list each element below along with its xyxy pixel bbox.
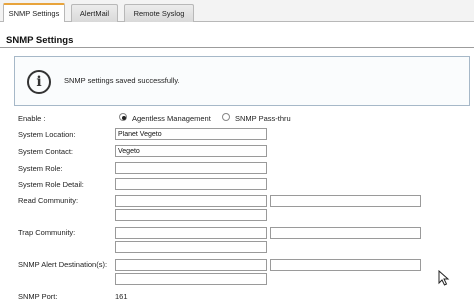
enable-label: Enable : bbox=[18, 114, 46, 123]
info-icon: i bbox=[27, 70, 51, 94]
trap-community-field-1[interactable] bbox=[115, 227, 267, 239]
mouse-cursor-icon bbox=[438, 270, 450, 286]
divider bbox=[0, 47, 474, 48]
tab-remote-syslog[interactable]: Remote Syslog bbox=[124, 4, 194, 22]
system-role-field[interactable] bbox=[115, 162, 267, 174]
system-contact-label: System Contact: bbox=[18, 147, 74, 156]
snmp-port-label: SNMP Port: bbox=[18, 292, 58, 301]
radio-snmp-pass-thru[interactable] bbox=[222, 113, 230, 121]
read-community-label: Read Community: bbox=[18, 196, 79, 205]
read-community-field-2[interactable] bbox=[270, 195, 421, 207]
trap-community-label: Trap Community: bbox=[18, 228, 76, 237]
tab-snmp-settings[interactable]: SNMP Settings bbox=[3, 3, 65, 22]
status-message-text: SNMP settings saved successfully. bbox=[64, 76, 180, 85]
system-location-field[interactable] bbox=[115, 128, 267, 140]
radio-snmp-pass-thru-label: SNMP Pass-thru bbox=[235, 114, 291, 123]
radio-agentless-management-label: Agentless Management bbox=[132, 114, 211, 123]
trap-community-field-3[interactable] bbox=[115, 241, 267, 253]
trap-community-field-2[interactable] bbox=[270, 227, 421, 239]
read-community-field-1[interactable] bbox=[115, 195, 267, 207]
tab-alertmail[interactable]: AlertMail bbox=[71, 4, 118, 22]
status-message-box: i SNMP settings saved successfully. bbox=[14, 56, 470, 106]
snmp-alert-destinations-label: SNMP Alert Destination(s): bbox=[18, 260, 108, 269]
system-role-label: System Role: bbox=[18, 164, 63, 173]
snmp-alert-destination-field-2[interactable] bbox=[270, 259, 421, 271]
snmp-alert-destination-field-3[interactable] bbox=[115, 273, 267, 285]
snmp-alert-destination-field-1[interactable] bbox=[115, 259, 267, 271]
system-location-label: System Location: bbox=[18, 130, 76, 139]
read-community-field-3[interactable] bbox=[115, 209, 267, 221]
system-contact-field[interactable] bbox=[115, 145, 267, 157]
snmp-port-value: 161 bbox=[115, 292, 128, 301]
page-title: SNMP Settings bbox=[6, 35, 74, 46]
system-role-detail-label: System Role Detail: bbox=[18, 180, 84, 189]
system-role-detail-field[interactable] bbox=[115, 178, 267, 190]
tab-bar: SNMP Settings AlertMail Remote Syslog bbox=[0, 0, 474, 22]
radio-agentless-management[interactable] bbox=[119, 113, 127, 121]
